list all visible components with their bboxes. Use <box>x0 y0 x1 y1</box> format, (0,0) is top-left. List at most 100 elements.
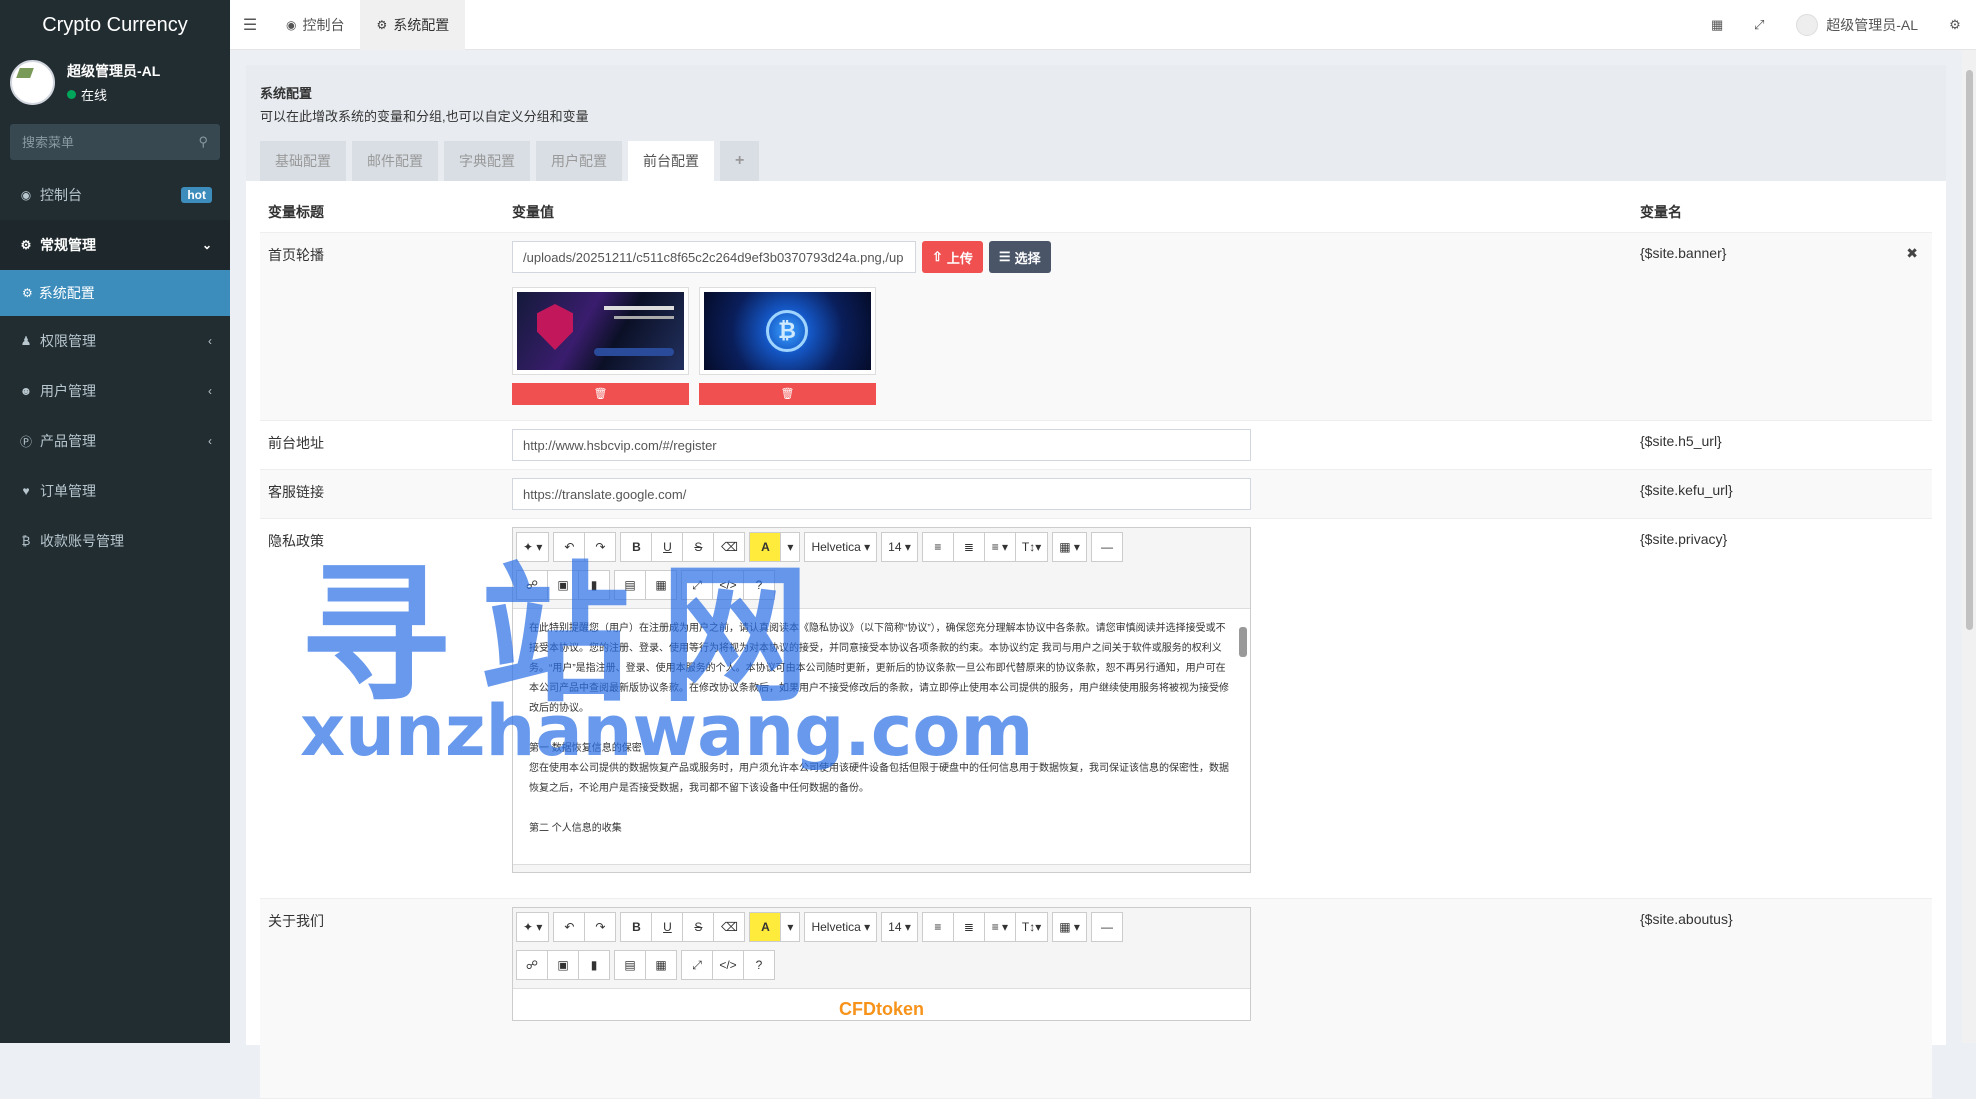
unordered-list-icon[interactable]: ≡ <box>921 912 954 942</box>
file-image-icon[interactable]: ▤ <box>614 950 646 980</box>
undo-icon[interactable]: ↶ <box>553 532 586 562</box>
sidebar-item-accounts[interactable]: ₿ 收款账号管理 <box>0 516 230 566</box>
tab-system-config[interactable]: ⚙ 系统配置 <box>360 0 466 50</box>
choose-button[interactable]: ☰ 选择 <box>988 241 1051 273</box>
strikethrough-icon[interactable]: S <box>682 532 715 562</box>
banner-image[interactable] <box>517 292 684 370</box>
underline-icon[interactable]: U <box>651 532 684 562</box>
undo-icon[interactable]: ↶ <box>553 912 586 942</box>
tab-dictionary[interactable]: 字典配置 <box>444 141 530 181</box>
table-row: 前台地址 http://www.hsbcvip.com/#/register {… <box>260 421 1932 470</box>
privacy-paragraph: 您在使用本公司提供的数据恢复产品或服务时，用户须允许本公司使用该硬件设备包括但限… <box>529 763 1229 794</box>
add-tab-button[interactable]: + <box>720 141 760 181</box>
eraser-icon[interactable]: ⌫ <box>713 532 746 562</box>
delete-image-button[interactable]: 🗑 <box>699 383 876 405</box>
tab-basic[interactable]: 基础配置 <box>260 141 346 181</box>
search-input[interactable] <box>22 134 172 150</box>
app-logo[interactable]: Crypto Currency <box>0 0 230 50</box>
menu-search: ⚲ <box>10 124 220 160</box>
color-dropdown-icon[interactable]: ▾ <box>780 532 801 562</box>
sidebar-item-products[interactable]: Ⓟ 产品管理 ‹ <box>0 416 230 466</box>
chevron-left-icon: ‹ <box>208 384 212 398</box>
file-icon[interactable]: ▦ <box>645 950 677 980</box>
strikethrough-icon[interactable]: S <box>682 912 715 942</box>
fullscreen-icon[interactable]: ⤢ <box>681 950 713 980</box>
ordered-list-icon[interactable]: ≣ <box>952 532 985 562</box>
video-icon[interactable]: ▮ <box>578 570 610 600</box>
search-icon[interactable]: ⚲ <box>198 134 208 150</box>
fullscreen-icon[interactable]: ⤢ <box>1738 17 1780 33</box>
line-height-icon[interactable]: T↕▾ <box>1014 912 1049 942</box>
video-icon[interactable]: ▮ <box>578 950 610 980</box>
magic-icon[interactable]: ✦ ▾ <box>516 912 550 942</box>
font-family-select[interactable]: Helvetica ▾ <box>804 532 878 562</box>
sidebar-item-dashboard[interactable]: ◉ 控制台 hot <box>0 170 230 220</box>
settings-icon[interactable]: ⚙ <box>1934 17 1976 33</box>
image-icon[interactable]: ▣ <box>547 950 579 980</box>
table-icon[interactable]: ▦ ▾ <box>1052 532 1087 562</box>
editor-scrollbar[interactable] <box>1238 613 1248 853</box>
align-icon[interactable]: ≡ ▾ <box>983 532 1016 562</box>
editor-resize-handle[interactable] <box>513 864 1250 872</box>
align-icon[interactable]: ≡ ▾ <box>983 912 1016 942</box>
upload-button[interactable]: ⇧ 上传 <box>922 241 983 273</box>
delete-image-button[interactable]: 🗑 <box>512 383 689 405</box>
table-row: 客服链接 https://translate.google.com/ {$sit… <box>260 470 1932 519</box>
chevron-down-icon: ⌄ <box>201 238 212 252</box>
help-icon[interactable]: ? <box>743 950 775 980</box>
file-image-icon[interactable]: ▤ <box>614 570 646 600</box>
kefu-url-input[interactable]: https://translate.google.com/ <box>512 478 1251 510</box>
user-panel: 超级管理员-AL 在线 <box>0 50 230 114</box>
line-height-icon[interactable]: T↕▾ <box>1014 532 1049 562</box>
magic-icon[interactable]: ✦ ▾ <box>516 532 550 562</box>
code-view-icon[interactable]: </> <box>712 570 744 600</box>
bold-icon[interactable]: B <box>620 532 653 562</box>
sidebar-item-permissions[interactable]: ♟ 权限管理 ‹ <box>0 316 230 366</box>
sidebar-item-users[interactable]: ☻ 用户管理 ‹ <box>0 366 230 416</box>
code-view-icon[interactable]: </> <box>712 950 744 980</box>
page-scrollbar[interactable] <box>1962 50 1976 1043</box>
font-size-select[interactable]: 14 ▾ <box>881 532 918 562</box>
horizontal-rule-icon[interactable]: — <box>1090 532 1123 562</box>
privacy-editor: ✦ ▾ ↶ ↷ B U S ⌫ A ▾ Helvetica ▾ 14 ▾ ≡ ≣ ≡ ▾ T↕▾… <box>512 527 1251 873</box>
redo-icon[interactable]: ↷ <box>584 532 617 562</box>
horizontal-rule-icon[interactable]: — <box>1090 912 1123 942</box>
font-family-select[interactable]: Helvetica ▾ <box>804 912 878 942</box>
gear-icon: ⚙ <box>376 17 388 32</box>
fullscreen-icon[interactable]: ⤢ <box>681 570 713 600</box>
tab-frontend[interactable]: 前台配置 <box>628 141 714 181</box>
menu-toggle-icon[interactable]: ☰ <box>230 15 270 35</box>
ordered-list-icon[interactable]: ≣ <box>952 912 985 942</box>
tab-dashboard[interactable]: ◉ 控制台 <box>270 0 360 50</box>
help-icon[interactable]: ? <box>743 570 775 600</box>
sidebar: Crypto Currency 超级管理员-AL 在线 ⚲ ◉控制台hot ⚙常… <box>0 0 230 1043</box>
unordered-list-icon[interactable]: ≡ <box>921 532 954 562</box>
bold-icon[interactable]: B <box>620 912 653 942</box>
redo-icon[interactable]: ↷ <box>584 912 617 942</box>
color-dropdown-icon[interactable]: ▾ <box>780 912 801 942</box>
eraser-icon[interactable]: ⌫ <box>713 912 746 942</box>
sidebar-item-orders[interactable]: ♥ 订单管理 <box>0 466 230 516</box>
translate-icon[interactable]: ▦ <box>1696 17 1738 33</box>
link-icon[interactable]: ☍ <box>516 950 548 980</box>
link-icon[interactable]: ☍ <box>516 570 548 600</box>
delete-row-icon[interactable]: ✖ <box>1906 245 1918 262</box>
image-icon[interactable]: ▣ <box>547 570 579 600</box>
editor-content[interactable]: 在此特别提醒您（用户）在注册成为用户之前，请认真阅读本《隐私协议》（以下简称“协… <box>513 609 1250 864</box>
font-color-icon[interactable]: A <box>749 912 782 942</box>
underline-icon[interactable]: U <box>651 912 684 942</box>
tab-email[interactable]: 邮件配置 <box>352 141 438 181</box>
tab-user[interactable]: 用户配置 <box>536 141 622 181</box>
table-icon[interactable]: ▦ ▾ <box>1052 912 1087 942</box>
banner-image[interactable]: ₿ <box>704 292 871 370</box>
h5-url-input[interactable]: http://www.hsbcvip.com/#/register <box>512 429 1251 461</box>
banner-input[interactable]: /uploads/20251211/c511c8f65c2c264d9ef3b0… <box>512 241 916 273</box>
font-size-select[interactable]: 14 ▾ <box>881 912 918 942</box>
sidebar-item-general[interactable]: ⚙ 常规管理 ⌄ <box>0 220 230 270</box>
header-user[interactable]: 超级管理员-AL <box>1780 13 1934 36</box>
aboutus-content[interactable]: CFDtoken <box>513 989 1250 1020</box>
chevron-left-icon: ‹ <box>208 334 212 348</box>
sidebar-item-system-config[interactable]: ⚙ 系统配置 <box>0 270 230 316</box>
file-icon[interactable]: ▦ <box>645 570 677 600</box>
font-color-icon[interactable]: A <box>749 532 782 562</box>
